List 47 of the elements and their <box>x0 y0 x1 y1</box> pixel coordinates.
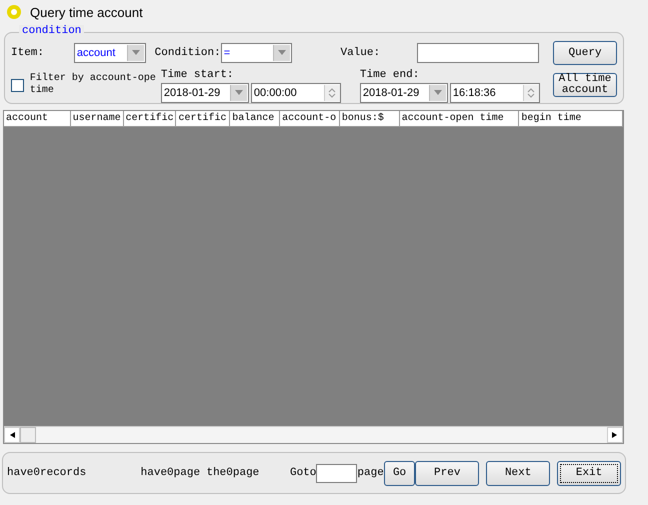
column-header[interactable]: certific <box>124 111 176 126</box>
window-title: Query time account <box>30 4 143 20</box>
column-header[interactable]: account-open time <box>400 111 520 126</box>
query-button[interactable]: Query <box>553 41 617 65</box>
left-arrow-icon <box>8 432 16 438</box>
right-arrow-icon <box>611 432 619 438</box>
column-header[interactable]: username <box>70 111 124 126</box>
end-date-picker[interactable]: 2018-01-29 <box>360 83 448 103</box>
condition-label: Condition: <box>154 47 221 59</box>
current-page: the0page <box>206 467 260 479</box>
time-start-label: Time start: <box>160 69 235 81</box>
column-header[interactable]: bonus:$ <box>340 111 400 126</box>
records-count: have0records <box>7 467 88 479</box>
column-header[interactable]: account <box>4 111 71 126</box>
page-field[interactable] <box>316 464 358 482</box>
condition-select[interactable]: = <box>220 43 292 63</box>
all-time-account-button[interactable]: All time account <box>552 73 618 97</box>
page-count: have0page <box>140 467 202 479</box>
item-select[interactable]: account <box>74 43 146 63</box>
prev-button[interactable]: Prev <box>415 460 480 486</box>
value-label: Value: <box>340 47 382 59</box>
exit-button[interactable]: Exit <box>557 460 621 486</box>
goto-label: Goto <box>290 467 316 479</box>
page-label: page <box>357 467 384 479</box>
filter-label: Filter by account-ope time <box>30 73 157 97</box>
column-header[interactable]: account-o <box>280 111 340 126</box>
end-time-field[interactable]: 16:18:36 <box>450 83 540 103</box>
column-header[interactable]: balance <box>230 111 280 126</box>
item-label: Item: <box>11 47 46 59</box>
dropdown-arrow-icon <box>132 50 140 56</box>
column-header[interactable]: certific <box>176 111 230 126</box>
go-button[interactable]: Go <box>384 460 416 486</box>
time-end-label: Time end: <box>360 69 420 81</box>
column-header[interactable]: begin time <box>519 111 623 126</box>
horizontal-scrollbar[interactable] <box>4 426 623 443</box>
scroll-thumb[interactable] <box>20 427 36 443</box>
spinner-icon <box>328 88 336 98</box>
start-date-picker[interactable]: 2018-01-29 <box>160 83 249 103</box>
dropdown-arrow-icon <box>278 50 286 56</box>
dropdown-arrow-icon <box>434 90 442 96</box>
value-field[interactable] <box>417 43 540 63</box>
spinner-icon <box>527 88 536 98</box>
gear-icon <box>6 4 22 20</box>
start-time-field[interactable]: 00:00:00 <box>250 83 341 103</box>
next-button[interactable]: Next <box>486 460 550 486</box>
filter-checkbox[interactable] <box>11 79 24 92</box>
dropdown-arrow-icon <box>234 90 243 96</box>
